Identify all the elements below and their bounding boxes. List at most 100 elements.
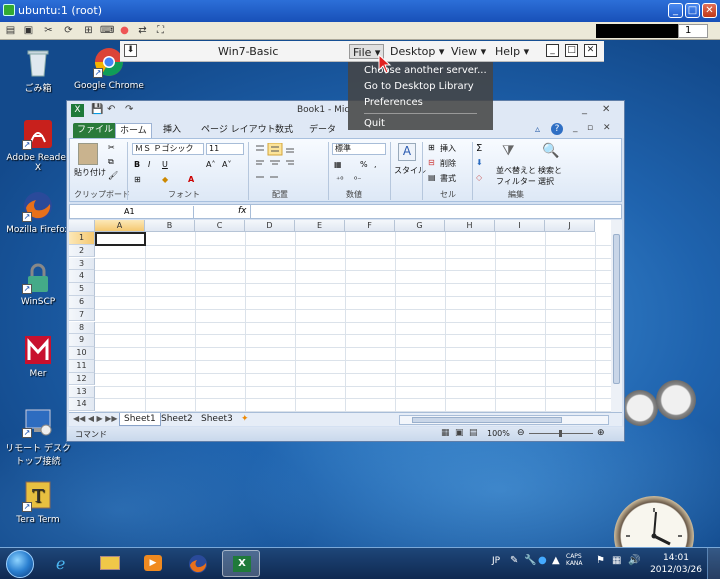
desktop-icon-firefox[interactable]: ↗ Mozilla Firefox <box>3 190 73 235</box>
bold-button[interactable]: B <box>134 160 140 169</box>
tab-page-layout[interactable]: ページ レイアウト <box>197 123 280 138</box>
column-header[interactable]: C <box>195 220 245 232</box>
row-header[interactable]: 8 <box>69 321 95 335</box>
column-header[interactable]: B <box>145 220 195 232</box>
delete-cells-label[interactable]: 削除 <box>440 158 456 169</box>
tray-ime-pad-icon[interactable]: ✎ <box>510 555 518 566</box>
options-icon[interactable]: ▤ <box>4 24 17 37</box>
cell-styles-icon[interactable]: A <box>398 143 416 161</box>
ribbon-collapse-icon[interactable]: ▵ <box>535 124 540 135</box>
scissors-icon[interactable]: ✂ <box>42 24 55 37</box>
underline-button[interactable]: U <box>162 160 168 169</box>
desktop-icon-mcafee[interactable]: Mer <box>3 334 73 379</box>
session-maximize-button[interactable]: □ <box>565 44 578 57</box>
font-name-select[interactable]: ＭＳ Ｐゴシック <box>132 143 204 155</box>
font-color-icon[interactable]: A <box>188 175 194 184</box>
comma-icon[interactable]: , <box>374 160 377 169</box>
format-cells-label[interactable]: 書式 <box>440 173 456 184</box>
tray-arrow-icon[interactable]: ▲ <box>552 555 560 566</box>
book-close-button[interactable]: ✕ <box>603 123 611 133</box>
row-header[interactable]: 5 <box>69 283 95 296</box>
insert-cells-icon[interactable]: ⊞ <box>428 143 435 152</box>
row-header[interactable]: 10 <box>69 347 95 360</box>
tray-clock[interactable]: 14:01 2012/03/26 <box>650 552 702 576</box>
select-all-corner[interactable] <box>69 220 95 232</box>
desktop-icon-winscp[interactable]: ↗ WinSCP <box>3 262 73 307</box>
taskbar-excel[interactable]: X <box>222 550 260 577</box>
vertical-scroll-thumb[interactable] <box>613 234 620 384</box>
menu-item-desktop-library[interactable]: Go to Desktop Library <box>364 81 474 92</box>
horizontal-scroll-thumb[interactable] <box>412 417 562 423</box>
menu-item-quit[interactable]: Quit <box>364 113 477 129</box>
column-header[interactable]: J <box>545 220 595 232</box>
row-header[interactable]: 3 <box>69 257 95 271</box>
book-minimize-button[interactable]: _ <box>573 123 578 133</box>
column-header[interactable]: E <box>295 220 345 232</box>
zoom-out-button[interactable]: ⊖ <box>517 428 525 438</box>
percent-icon[interactable]: % <box>360 160 368 169</box>
zoom-slider[interactable] <box>529 430 593 437</box>
format-cells-icon[interactable]: ▤ <box>428 173 436 182</box>
sheet-tab-2[interactable]: Sheet2 <box>157 413 197 426</box>
desktop-icon-tera-term[interactable]: T ↗ Tera Term <box>3 480 73 525</box>
active-cell[interactable] <box>95 232 146 246</box>
session-minimize-button[interactable]: _ <box>546 44 559 57</box>
column-header[interactable]: D <box>245 220 295 232</box>
row-header[interactable]: 2 <box>69 244 95 258</box>
excel-close-button[interactable]: ✕ <box>602 104 610 115</box>
tray-volume-icon[interactable]: 🔊 <box>628 555 640 566</box>
column-header[interactable]: F <box>345 220 395 232</box>
minimize-button[interactable]: _ <box>668 3 683 18</box>
info-icon[interactable]: ▣ <box>22 24 35 37</box>
taskbar-media-player[interactable]: ▶ <box>134 550 172 577</box>
tab-formulas[interactable]: 数式 <box>271 123 297 138</box>
taskbar-firefox[interactable] <box>178 550 216 577</box>
delete-cells-icon[interactable]: ⊟ <box>428 158 435 167</box>
find-select-label-1[interactable]: 検索と <box>538 165 562 176</box>
row-header[interactable]: 13 <box>69 385 95 399</box>
taskbar-ie[interactable]: ℯ <box>46 550 84 577</box>
sheet-tab-3[interactable]: Sheet3 <box>197 413 237 426</box>
maximize-button[interactable]: □ <box>685 3 700 18</box>
tray-ime-indicator[interactable]: JP <box>492 556 500 566</box>
alignment-buttons[interactable] <box>254 142 314 187</box>
show-desktop-button[interactable] <box>707 548 720 579</box>
menu-desktop[interactable]: Desktop ▾ <box>387 44 447 59</box>
ctrl-alt-del-icon[interactable]: ⌨ <box>100 24 114 37</box>
tab-data[interactable]: データ <box>305 123 340 138</box>
sheet-tab-1[interactable]: Sheet1 <box>119 413 161 426</box>
currency-icon[interactable]: ▦ <box>334 160 342 169</box>
find-select-label-2[interactable]: 選択 <box>538 176 554 187</box>
row-header[interactable]: 12 <box>69 372 95 386</box>
refresh-icon[interactable]: ⟳ <box>62 24 75 37</box>
tray-flag-icon[interactable]: ⚑ <box>596 555 605 566</box>
vertical-scrollbar[interactable] <box>611 220 622 412</box>
tab-home[interactable]: ホーム <box>115 123 152 138</box>
grow-font-button[interactable]: A˄ <box>206 160 215 169</box>
desktop-icon-adobe-reader[interactable]: ↗ Adobe Reader X <box>3 118 73 173</box>
view-page-layout-icon[interactable]: ▣ <box>455 428 464 438</box>
column-header[interactable]: I <box>495 220 545 232</box>
cut-icon[interactable]: ✂ <box>108 143 115 152</box>
row-header[interactable]: 7 <box>69 308 95 322</box>
decrease-decimal-icon[interactable]: ⁰⁻ <box>354 175 361 184</box>
worksheet-grid[interactable]: A B C D E F G H I J 1 2 3 4 5 6 7 8 9 10 11 12 13 14 <box>69 220 611 413</box>
start-button[interactable] <box>6 550 34 578</box>
format-painter-icon[interactable]: 🖌 <box>108 171 118 180</box>
borders-icon[interactable]: ⊞ <box>134 175 141 184</box>
menu-view[interactable]: View ▾ <box>448 44 489 59</box>
copy-icon[interactable]: ⧉ <box>108 157 114 167</box>
fill-icon[interactable]: ⬇ <box>476 158 483 167</box>
italic-button[interactable]: I <box>148 160 150 169</box>
tab-insert[interactable]: 挿入 <box>159 123 185 138</box>
tray-network-icon[interactable]: ▦ <box>612 555 621 566</box>
session-close-button[interactable]: ✕ <box>584 44 597 57</box>
row-header[interactable]: 9 <box>69 334 95 347</box>
tray-settings-icon[interactable]: 🔧 <box>524 555 536 566</box>
fx-button[interactable]: fx <box>238 206 247 216</box>
row-header[interactable]: 4 <box>69 270 95 283</box>
save-icon[interactable]: 💾 <box>91 104 103 115</box>
tray-help-icon[interactable]: ● <box>538 555 547 566</box>
paste-button-label[interactable]: 貼り付け <box>74 167 106 178</box>
sort-filter-icon[interactable]: ⧩ <box>502 143 515 159</box>
